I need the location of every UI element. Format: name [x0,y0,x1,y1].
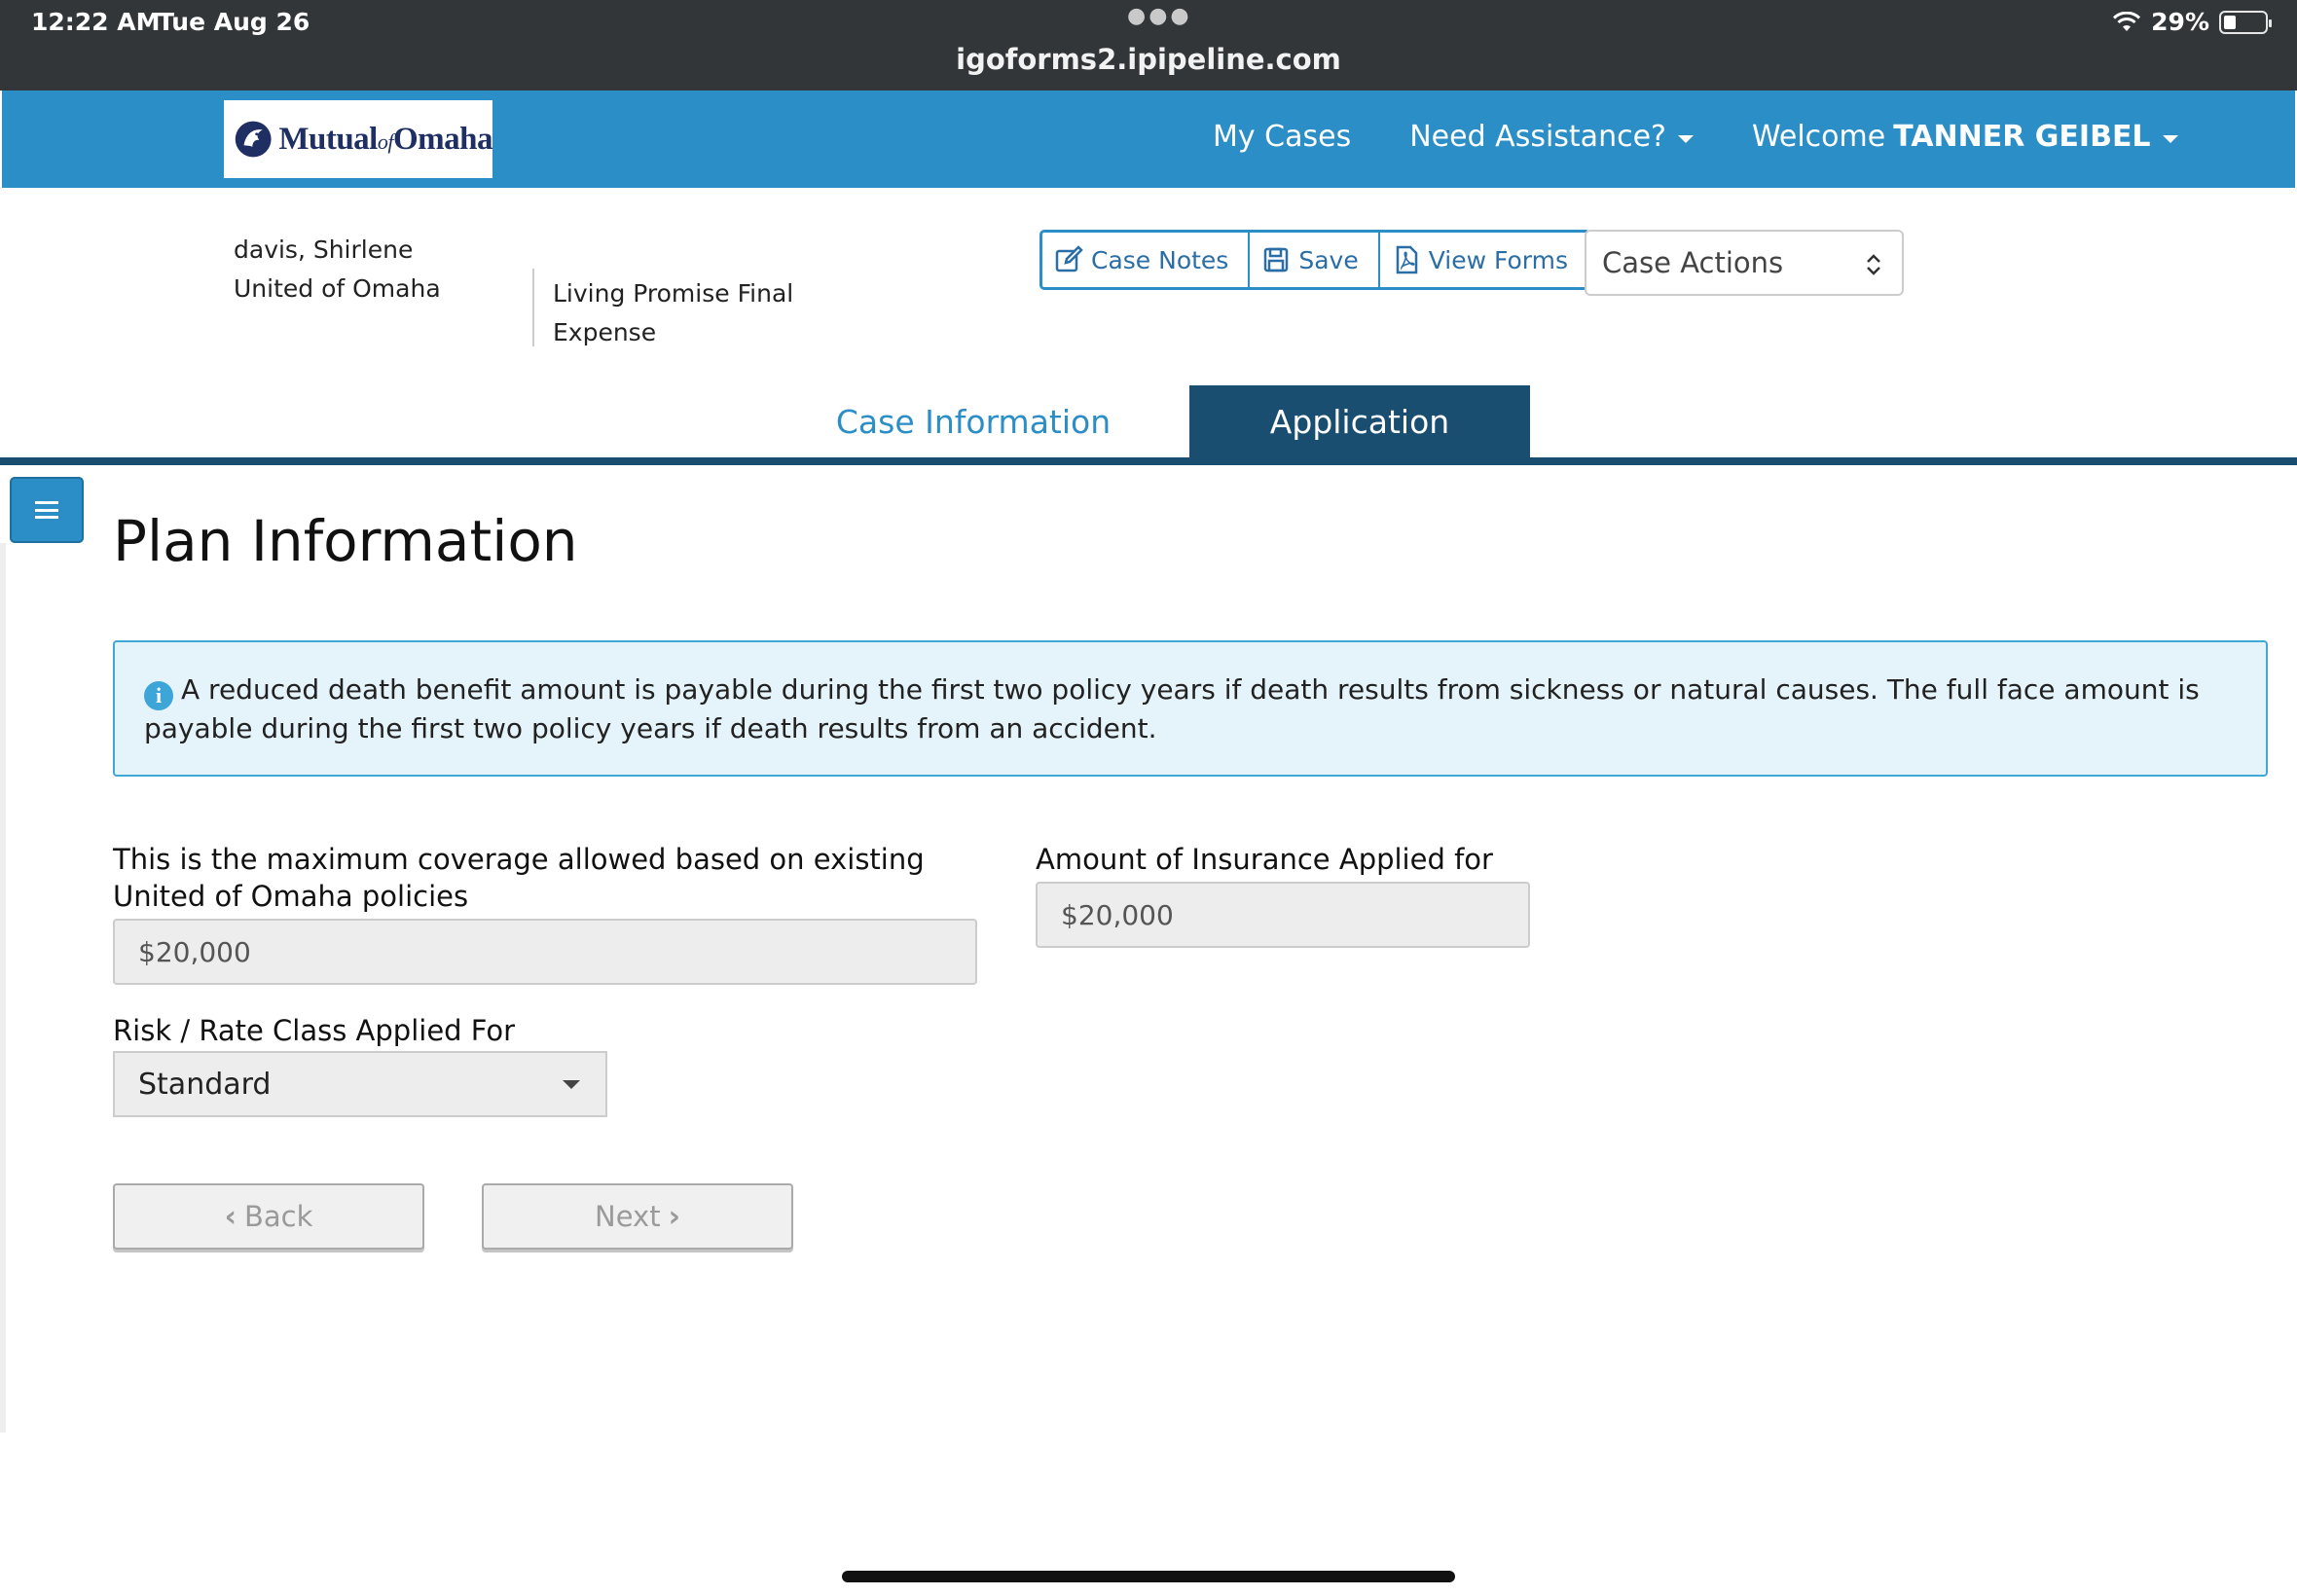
up-down-chevron-icon [1867,254,1880,275]
dropdown-caret-icon [563,1080,580,1089]
risk-class-select[interactable]: Standard [113,1051,607,1117]
amount-applied-label: Amount of Insurance Applied for [1036,843,1493,876]
case-toolbar: Case Notes Save View Forms [1039,230,1590,290]
save-icon [1264,247,1289,272]
hamburger-icon [35,501,58,519]
back-button[interactable]: ‹ Back [113,1183,424,1250]
more-dots-icon[interactable]: ●●● [1127,4,1192,28]
nav-need-assistance[interactable]: Need Assistance? [1409,120,1694,154]
nav-my-cases[interactable]: My Cases [1213,120,1351,154]
max-coverage-field[interactable]: $20,000 [113,919,977,985]
edit-icon [1055,245,1083,272]
lion-logo-icon [235,121,272,158]
status-time: 12:22 AM [31,8,161,36]
nav-items: My Cases Need Assistance? Welcome TANNER … [1213,120,2237,154]
sidebar-toggle-button[interactable] [10,477,84,543]
mutual-of-omaha-logo[interactable]: MutualofOmaha [224,100,493,178]
tab-case-information[interactable]: Case Information [798,385,1148,457]
chevron-left-icon: ‹ [224,1199,237,1234]
logo-text: MutualofOmaha [278,121,492,157]
tab-application[interactable]: Application [1189,385,1530,457]
nav-user-menu[interactable]: Welcome TANNER GEIBEL [1752,120,2178,154]
chevron-right-icon: › [668,1199,680,1234]
next-button[interactable]: Next › [482,1183,793,1250]
browser-status-bar: 12:22 AM Tue Aug 26 ●●● igoforms2.ipipel… [0,0,2297,91]
save-button[interactable]: Save [1250,233,1380,287]
amount-applied-field[interactable]: $20,000 [1036,882,1530,948]
view-forms-button[interactable]: View Forms [1380,233,1587,287]
product-name: Living Promise Final Expense [553,279,794,346]
alert-text: A reduced death benefit amount is payabl… [144,673,2200,744]
caret-down-icon [1677,134,1694,143]
page-title: Plan Information [113,508,578,574]
status-right: 29% [2112,8,2272,36]
case-notes-button[interactable]: Case Notes [1042,233,1251,287]
top-navbar: MutualofOmaha My Cases Need Assistance? … [2,91,2295,188]
sidebar-edge [0,543,6,1433]
battery-icon [2219,10,2272,34]
status-date: Tue Aug 26 [158,8,310,36]
caret-down-icon [2162,134,2178,143]
battery-percent: 29% [2151,8,2209,36]
tab-underline [0,457,2297,465]
user-name: TANNER GEIBEL [1893,120,2151,154]
wifi-icon [2113,11,2141,31]
pdf-file-icon [1396,245,1417,274]
max-coverage-label: This is the maximum coverage allowed bas… [113,843,925,913]
client-name: davis, Shirlene [234,236,414,264]
risk-class-label: Risk / Rate Class Applied For [113,1014,516,1047]
url-bar[interactable]: igoforms2.ipipeline.com [0,43,2297,76]
info-icon: i [144,681,173,710]
home-indicator[interactable] [842,1571,1455,1582]
case-actions-select[interactable]: Case Actions [1585,230,1904,296]
carrier-name: United of Omaha [234,274,441,303]
header-divider [532,269,534,346]
info-alert: iA reduced death benefit amount is payab… [113,640,2268,777]
